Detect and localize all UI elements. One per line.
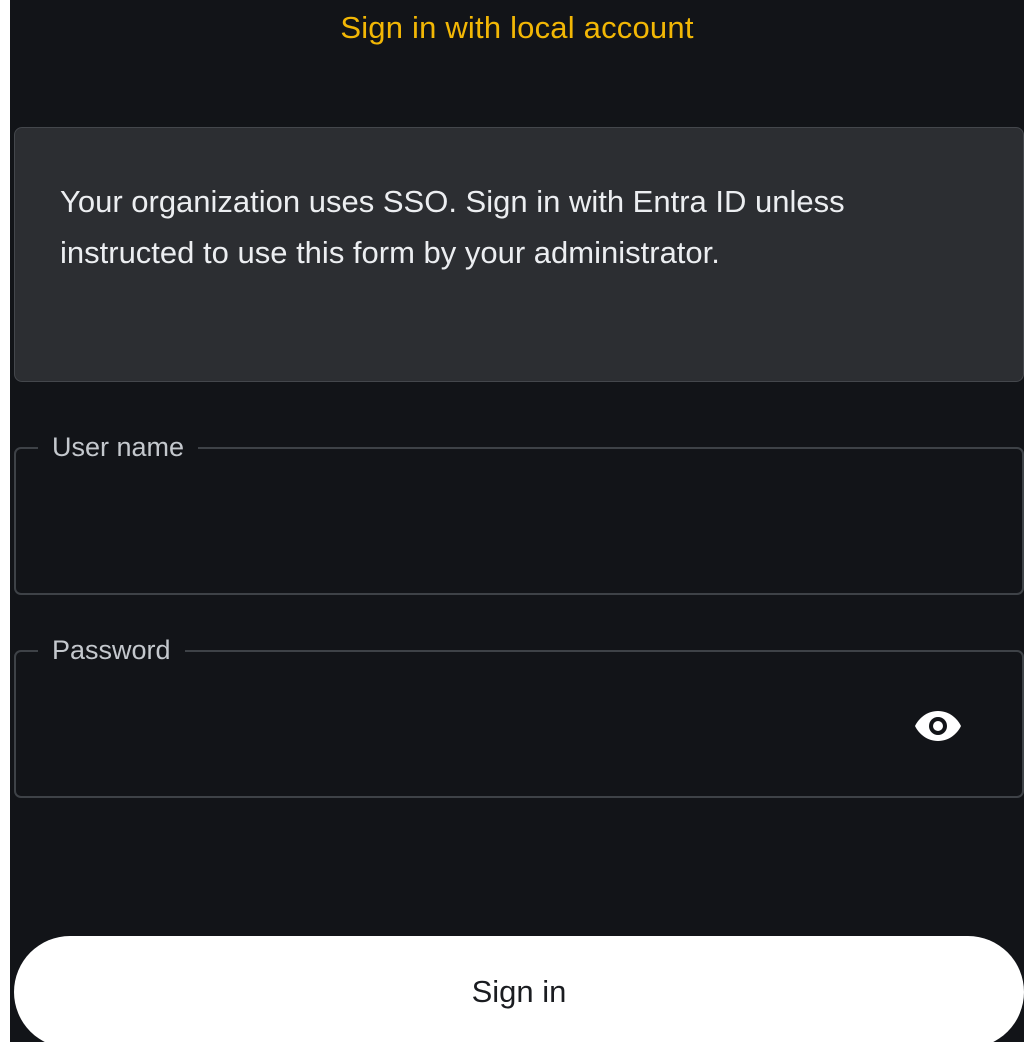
eye-icon xyxy=(915,711,961,741)
sso-notice-text: Your organization uses SSO. Sign in with… xyxy=(60,184,845,270)
sign-in-button[interactable]: Sign in xyxy=(14,936,1024,1042)
username-field: User name xyxy=(14,429,1024,595)
show-password-button[interactable] xyxy=(914,702,962,750)
login-panel: Sign in with local account Your organiza… xyxy=(10,0,1024,1042)
password-field: Password xyxy=(14,632,1024,798)
username-input[interactable] xyxy=(40,489,880,549)
sso-notice-box: Your organization uses SSO. Sign in with… xyxy=(14,127,1024,382)
password-input[interactable] xyxy=(40,692,880,752)
page-title: Sign in with local account xyxy=(340,10,694,45)
password-label: Password xyxy=(38,632,185,668)
username-label: User name xyxy=(38,429,199,465)
